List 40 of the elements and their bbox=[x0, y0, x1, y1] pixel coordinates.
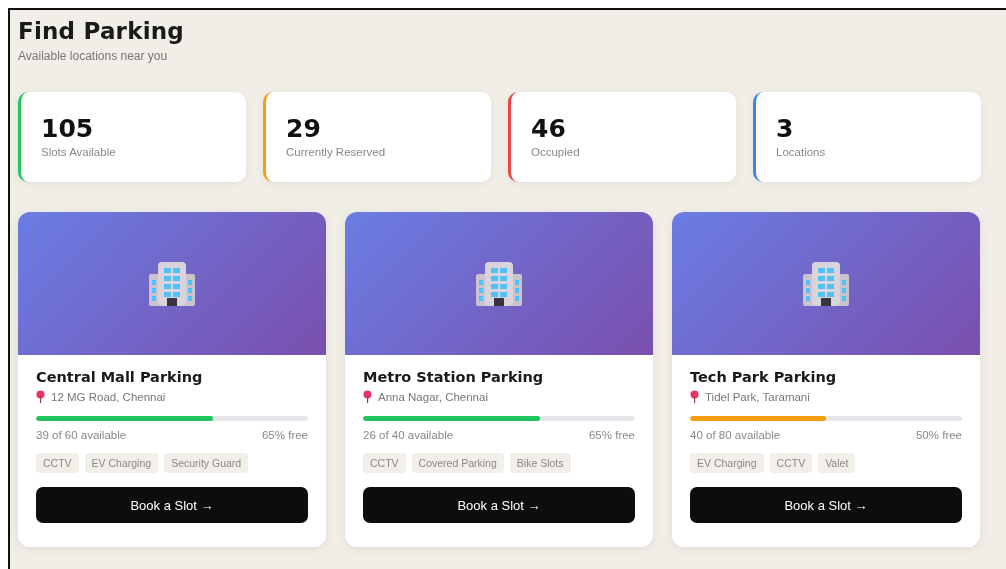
book-slot-button[interactable]: Book a Slot → bbox=[36, 487, 308, 523]
availability-count: 39 of 60 available bbox=[36, 429, 127, 441]
feature-tag: CCTV bbox=[363, 453, 406, 473]
free-percentage: 65% free bbox=[261, 429, 308, 441]
feature-tag: EV Charging bbox=[84, 453, 159, 473]
stat-value: 29 bbox=[286, 116, 321, 141]
parking-name: Metro Station Parking bbox=[363, 369, 545, 385]
stat-value: 105 bbox=[41, 116, 94, 141]
parking-address: Anna Nagar, Chennai bbox=[378, 390, 488, 403]
parking-name: Tech Park Parking bbox=[690, 369, 838, 385]
book-slot-button[interactable]: Book a Slot → bbox=[690, 487, 962, 523]
feature-tag: Valet bbox=[818, 453, 856, 473]
office-building-icon bbox=[803, 259, 849, 308]
stat-label: Slots Available bbox=[41, 146, 116, 158]
feature-tag: Bike Slots bbox=[509, 453, 571, 473]
availability-count: 26 of 40 available bbox=[363, 429, 454, 441]
map-pin-icon bbox=[690, 390, 699, 403]
free-percentage: 50% free bbox=[915, 429, 962, 441]
feature-tag: Security Guard bbox=[164, 453, 249, 473]
feature-tag: CCTV bbox=[769, 453, 813, 473]
map-pin-icon bbox=[363, 390, 372, 403]
book-slot-button[interactable]: Book a Slot → bbox=[363, 487, 635, 523]
parking-address: 12 MG Road, Chennai bbox=[51, 390, 166, 403]
parking-address: Tidel Park, Taramani bbox=[705, 390, 810, 403]
stat-label: Currently Reserved bbox=[286, 146, 386, 158]
office-building-icon bbox=[149, 259, 195, 308]
stat-label: Occupied bbox=[531, 146, 580, 158]
parking-name: Central Mall Parking bbox=[36, 369, 204, 385]
feature-tag: Covered Parking bbox=[411, 453, 504, 473]
page-subtitle: Available locations near you bbox=[18, 49, 169, 63]
feature-tag: EV Charging bbox=[690, 453, 764, 473]
stat-value: 3 bbox=[776, 116, 794, 141]
availability-count: 40 of 80 available bbox=[690, 429, 781, 441]
page-title: Find Parking bbox=[18, 18, 185, 44]
feature-tag: CCTV bbox=[36, 453, 79, 473]
stat-value: 46 bbox=[531, 116, 566, 141]
map-pin-icon bbox=[36, 390, 45, 403]
stat-label: Locations bbox=[776, 146, 826, 158]
free-percentage: 65% free bbox=[588, 429, 635, 441]
office-building-icon bbox=[476, 259, 522, 308]
